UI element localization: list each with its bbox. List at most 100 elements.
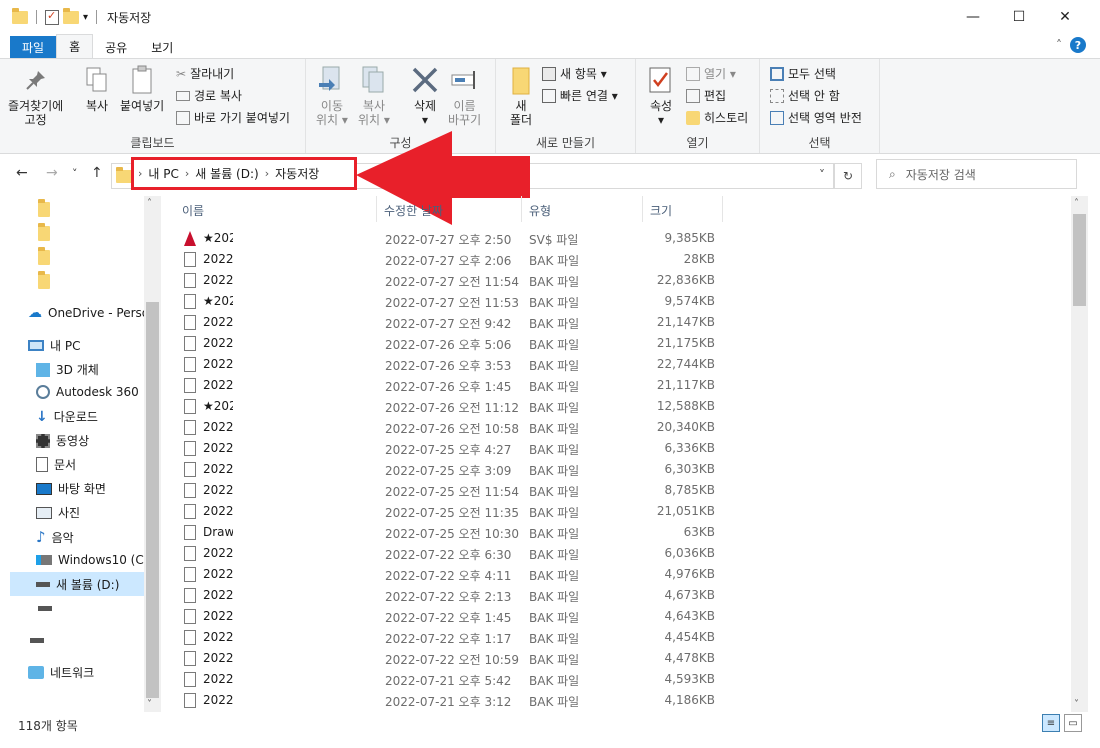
sidebar-item-drive-2[interactable] xyxy=(38,606,58,611)
details-view-button[interactable]: ≡ xyxy=(1042,714,1060,732)
tab-share[interactable]: 공유 xyxy=(93,36,139,58)
file-row[interactable]: 2022 2022-07-27 오전 9:42 BAK 파일 21,147KB xyxy=(180,312,740,333)
file-row[interactable]: 2022 2022-07-25 오전 11:35 BAK 파일 21,051KB xyxy=(180,501,740,522)
file-row[interactable]: 2022 2022-07-22 오후 1:17 BAK 파일 4,454KB xyxy=(180,627,740,648)
sidebar-item-desktop[interactable]: 바탕 화면 xyxy=(36,480,106,497)
address-dropdown-button[interactable]: ˅ xyxy=(819,168,825,182)
sidebar-item-onedrive[interactable]: ☁ OneDrive - Person xyxy=(28,305,146,321)
properties-dropdown-arrow[interactable]: ▾ xyxy=(658,113,664,127)
file-row[interactable]: 2022 2022-07-21 오후 3:12 BAK 파일 4,186KB xyxy=(180,690,740,711)
sidebar-item-downloads[interactable]: ↓ 다운로드 xyxy=(36,408,98,425)
file-row[interactable]: 2022 2022-07-26 오후 3:53 BAK 파일 22,744KB xyxy=(180,354,740,375)
edit-button[interactable]: 편집 xyxy=(686,87,726,104)
tab-home[interactable]: 홈 xyxy=(56,34,94,58)
sidebar-item-autodesk-360[interactable]: Autodesk 360 xyxy=(36,385,139,399)
large-icons-view-button[interactable]: ▭ xyxy=(1064,714,1082,732)
cut-button[interactable]: ✂ 잘라내기 xyxy=(176,65,234,82)
sidebar-item-pictures[interactable]: 사진 xyxy=(36,504,80,521)
forward-button[interactable]: → xyxy=(46,165,58,181)
navigation-scrollbar[interactable]: ˄ ˅ xyxy=(144,196,161,712)
column-divider[interactable] xyxy=(722,196,723,222)
refresh-button[interactable]: ↻ xyxy=(834,163,862,189)
maximize-button[interactable]: ☐ xyxy=(996,0,1042,34)
search-box[interactable]: ⌕ 자동저장 검색 xyxy=(876,159,1077,189)
help-icon[interactable]: ? xyxy=(1070,37,1086,53)
sidebar-item-folder-2[interactable] xyxy=(38,223,56,241)
file-row[interactable]: ★202 2022-07-27 오후 2:50 SV$ 파일 9,385KB xyxy=(180,228,740,249)
file-row[interactable]: 2022 2022-07-26 오후 1:45 BAK 파일 21,117KB xyxy=(180,375,740,396)
back-button[interactable]: ← xyxy=(16,165,28,181)
sidebar-item-drive-c[interactable]: Windows10 (C:) xyxy=(36,553,152,567)
scrollbar-thumb[interactable] xyxy=(146,302,159,698)
recent-locations-button[interactable]: ˅ xyxy=(72,167,78,180)
paste-shortcut-button[interactable]: 바로 가기 붙여넣기 xyxy=(176,109,290,126)
scroll-up-icon[interactable]: ˄ xyxy=(147,198,152,209)
up-button[interactable]: ↑ xyxy=(91,165,103,181)
column-header-type[interactable]: 유형 xyxy=(529,202,551,219)
scrollbar-thumb[interactable] xyxy=(1073,214,1086,306)
breadcrumb-volume-d[interactable]: 새 볼륨 (D:) xyxy=(195,165,258,182)
file-row[interactable]: 2022 2022-07-22 오후 6:30 BAK 파일 6,036KB xyxy=(180,543,740,564)
tab-view[interactable]: 보기 xyxy=(139,36,185,58)
select-none-button[interactable]: 선택 안 함 xyxy=(770,87,840,104)
file-row[interactable]: Draw 2022-07-25 오전 10:30 BAK 파일 63KB xyxy=(180,522,740,543)
new-folder-button[interactable]: 새 폴더 xyxy=(506,65,536,127)
file-row[interactable]: 2022 2022-07-21 오후 5:42 BAK 파일 4,593KB xyxy=(180,669,740,690)
file-row[interactable]: 2022 2022-07-22 오전 10:59 BAK 파일 4,478KB xyxy=(180,648,740,669)
sidebar-item-music[interactable]: ♪ 음악 xyxy=(36,528,74,546)
column-divider[interactable] xyxy=(642,196,643,222)
customize-quick-access-icon[interactable]: ▾ xyxy=(83,12,88,23)
file-row[interactable]: 2022 2022-07-22 오후 2:13 BAK 파일 4,673KB xyxy=(180,585,740,606)
select-all-button[interactable]: 모두 선택 xyxy=(770,65,836,82)
delete-dropdown-arrow[interactable]: ▾ xyxy=(422,113,428,127)
sidebar-item-this-pc[interactable]: 내 PC xyxy=(28,337,80,354)
sidebar-item-network[interactable]: 네트워크 xyxy=(28,664,94,681)
scroll-down-icon[interactable]: ˅ xyxy=(1074,699,1079,710)
sidebar-item-drive-3[interactable] xyxy=(30,638,50,643)
copy-to-button[interactable]: 복사 위치 ▾ xyxy=(358,65,390,127)
column-header-size[interactable]: 크기 xyxy=(650,202,672,219)
sidebar-item-documents[interactable]: 문서 xyxy=(36,456,76,473)
file-row[interactable]: ★202 2022-07-26 오전 11:12 BAK 파일 12,588KB xyxy=(180,396,740,417)
invert-selection-button[interactable]: 선택 영역 반전 xyxy=(770,109,862,126)
file-list-scrollbar[interactable]: ˄ ˅ xyxy=(1071,196,1088,712)
sidebar-item-folder-3[interactable] xyxy=(38,247,56,265)
delete-button[interactable]: 삭제 ▾ xyxy=(410,65,440,127)
copy-button[interactable]: 복사 xyxy=(82,65,112,113)
move-to-button[interactable]: 이동 위치 ▾ xyxy=(316,65,348,127)
column-divider[interactable] xyxy=(376,196,377,222)
scroll-up-icon[interactable]: ˄ xyxy=(1074,198,1079,209)
file-row[interactable]: 2022 2022-07-25 오전 11:54 BAK 파일 8,785KB xyxy=(180,480,740,501)
scroll-down-icon[interactable]: ˅ xyxy=(147,699,152,710)
file-row[interactable]: 2022 2022-07-27 오전 11:54 BAK 파일 22,836KB xyxy=(180,270,740,291)
close-button[interactable]: ✕ xyxy=(1042,0,1088,34)
column-divider[interactable] xyxy=(521,196,522,222)
file-row[interactable]: 2022 2022-07-27 오후 2:06 BAK 파일 28KB xyxy=(180,249,740,270)
new-item-button[interactable]: 새 항목 ▾ xyxy=(542,65,607,82)
sidebar-item-drive-d[interactable]: 새 볼륨 (D:) xyxy=(10,572,144,596)
file-row[interactable]: ★202 2022-07-27 오전 11:53 BAK 파일 9,574KB xyxy=(180,291,740,312)
rename-button[interactable]: 이름 바꾸기 xyxy=(448,65,481,127)
file-row[interactable]: 2022 2022-07-22 오후 4:11 BAK 파일 4,976KB xyxy=(180,564,740,585)
breadcrumb-this-pc[interactable]: 내 PC xyxy=(148,165,178,182)
properties-button[interactable]: 속성 ▾ xyxy=(646,65,676,127)
history-button[interactable]: 히스토리 xyxy=(686,109,748,126)
file-row[interactable]: 2022 2022-07-26 오전 10:58 BAK 파일 20,340KB xyxy=(180,417,740,438)
open-button[interactable]: 열기 ▾ xyxy=(686,65,736,82)
breadcrumb-autosave[interactable]: 자동저장 xyxy=(275,165,319,182)
file-row[interactable]: 2022 2022-07-25 오후 4:27 BAK 파일 6,336KB xyxy=(180,438,740,459)
sidebar-item-videos[interactable]: 동영상 xyxy=(36,432,89,449)
easy-access-button[interactable]: 빠른 연결 ▾ xyxy=(542,87,618,104)
minimize-button[interactable]: — xyxy=(950,0,996,34)
file-row[interactable]: 2022 2022-07-26 오후 5:06 BAK 파일 21,175KB xyxy=(180,333,740,354)
tab-file[interactable]: 파일 xyxy=(10,36,57,58)
sidebar-item-folder-4[interactable] xyxy=(38,271,56,289)
new-folder-quick-icon[interactable] xyxy=(63,7,79,24)
paste-button[interactable]: 붙여넣기 xyxy=(120,65,164,113)
column-header-date[interactable]: 수정한 날짜 xyxy=(384,202,444,219)
properties-quick-icon[interactable] xyxy=(45,9,59,25)
sidebar-item-folder-1[interactable] xyxy=(38,199,56,217)
column-header-name[interactable]: 이름 xyxy=(182,202,204,219)
file-row[interactable]: 2022 2022-07-22 오후 1:45 BAK 파일 4,643KB xyxy=(180,606,740,627)
sidebar-item-3d-objects[interactable]: 3D 개체 xyxy=(36,361,99,378)
